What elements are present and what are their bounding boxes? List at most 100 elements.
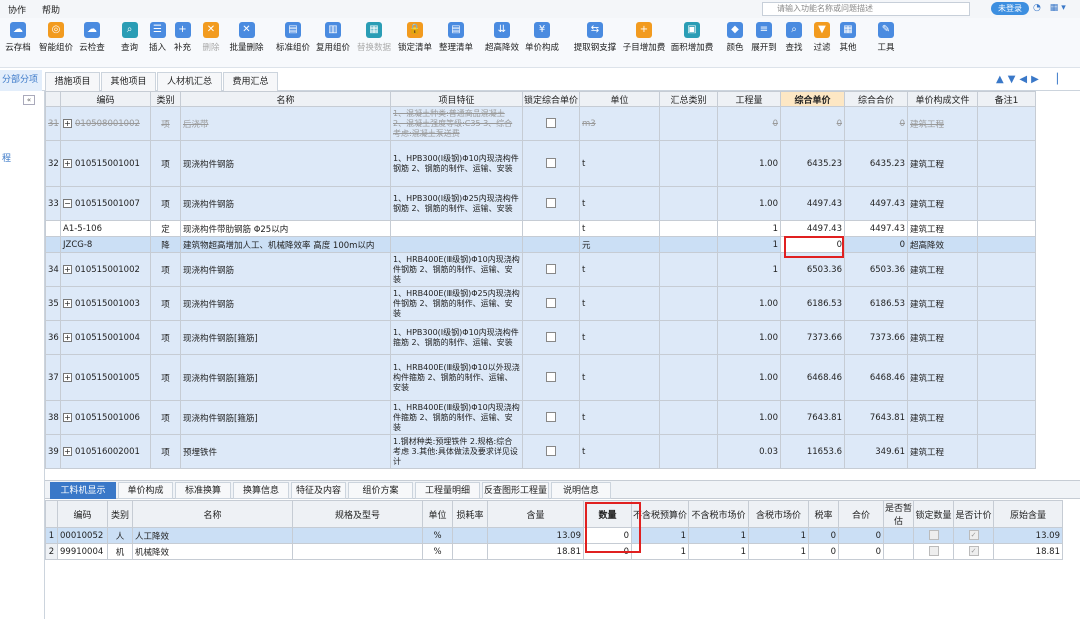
total-price-cell[interactable]: 4497.43 <box>844 186 908 221</box>
expand-node-icon[interactable]: + <box>63 332 72 342</box>
priced-cell[interactable]: ✓ <box>953 527 994 544</box>
summary-type-cell[interactable] <box>659 140 718 187</box>
total-cell[interactable]: 0 <box>838 543 884 560</box>
bottom-tab-2[interactable]: 标准换算 <box>175 482 231 499</box>
name-cell[interactable]: 现浇构件钢筋 <box>180 286 391 321</box>
grid-header[interactable]: 综合合价 <box>844 91 908 107</box>
feature-cell[interactable]: 1、HRB400E(Ⅲ级钢)Φ10内现浇构件箍筋 2、钢筋的制作、运输、安装 <box>390 400 523 435</box>
tab-other[interactable]: 其他项目 <box>101 72 156 91</box>
table-row[interactable]: 37 +010515001005 项现浇构件钢筋[箍筋] 1、HRB400E(Ⅲ级钢)… <box>45 354 1036 401</box>
row-number[interactable]: 35 <box>45 286 61 321</box>
summary-type-cell[interactable] <box>659 320 718 355</box>
table-row[interactable]: 32 +010515001001 项现浇构件钢筋 1、HPB300(Ⅰ级钢)Φ10内现… <box>45 140 1036 187</box>
unit-cell[interactable]: % <box>422 543 453 560</box>
bottom-tab-4[interactable]: 特征及内容 <box>291 482 346 499</box>
tab-fenbu[interactable]: 分部分项 <box>0 70 42 91</box>
total-cell[interactable]: 0 <box>838 527 884 544</box>
lock-checkbox[interactable] <box>546 332 556 343</box>
type-cell[interactable]: 项 <box>150 354 181 401</box>
resource-header[interactable]: 不含税市场价 <box>688 500 749 528</box>
resource-row[interactable]: 2 99910004 机机械降效% 18.81 0 1 1 1 0 0 ✓ 18.81 <box>45 543 1063 560</box>
code-cell[interactable]: +010515001006 <box>60 400 151 435</box>
summary-type-cell[interactable] <box>659 434 718 469</box>
grid-header[interactable]: 备注1 <box>977 91 1036 107</box>
menu-collab[interactable]: 协作 <box>0 3 34 16</box>
name-cell[interactable]: 现浇构件钢筋[箍筋] <box>180 354 391 401</box>
type-cell[interactable]: 定 <box>150 220 181 237</box>
summary-type-cell[interactable] <box>659 400 718 435</box>
summary-type-cell[interactable] <box>659 236 718 253</box>
feature-cell[interactable] <box>390 220 523 237</box>
tax-rate-cell[interactable]: 0 <box>808 527 839 544</box>
lock-cell[interactable] <box>522 252 580 287</box>
feature-cell[interactable]: 1、HRB400E(Ⅲ级钢)Φ10内现浇构件钢筋 2、钢筋的制作、运输、安装 <box>390 252 523 287</box>
remark-cell[interactable] <box>977 354 1036 401</box>
code-cell[interactable]: −010515001007 <box>60 186 151 221</box>
table-row[interactable]: 36 +010515001004 项现浇构件钢筋[箍筋] 1、HPB300(Ⅰ级钢)Φ… <box>45 320 1036 355</box>
unit-price-cell[interactable]: 4497.43 <box>780 186 845 221</box>
collapse-node-icon[interactable]: − <box>63 198 72 208</box>
unit-cell[interactable]: t <box>579 354 660 401</box>
expand-node-icon[interactable]: + <box>63 298 72 308</box>
lock-cell[interactable] <box>522 186 580 221</box>
unit-price-cell[interactable]: 6468.46 <box>780 354 845 401</box>
price-file-cell[interactable]: 建筑工程 <box>907 286 978 321</box>
row-number[interactable]: 37 <box>45 354 61 401</box>
bottom-tab-7[interactable]: 反查图形工程量 <box>482 482 549 499</box>
feature-cell[interactable]: 1、HPB300(Ⅰ级钢)Φ25内现浇构件钢筋 2、钢筋的制作、运输、安装 <box>390 186 523 221</box>
expand-node-icon[interactable]: + <box>63 412 72 422</box>
code-cell[interactable]: 99910004 <box>57 543 108 560</box>
toolbar-button-7[interactable]: ✕ 批量删除 <box>224 21 269 65</box>
lock-qty-cell[interactable] <box>913 527 954 544</box>
resource-header[interactable]: 名称 <box>132 500 293 528</box>
grid-header[interactable]: 综合单价 <box>780 91 845 107</box>
unit-price-cell[interactable]: 11653.6 <box>780 434 845 469</box>
market-price-cell[interactable]: 1 <box>688 527 749 544</box>
code-cell[interactable]: JZCG-8 <box>60 236 151 253</box>
toolbar-button-20[interactable]: ⌕ 查找 <box>783 21 805 65</box>
code-cell[interactable]: +010515001001 <box>60 140 151 187</box>
lock-checkbox[interactable] <box>546 198 556 209</box>
name-cell[interactable]: 现浇构件钢筋 <box>180 140 391 187</box>
unit-cell[interactable]: 元 <box>579 236 660 253</box>
name-cell[interactable]: 现浇构件钢筋 <box>180 252 391 287</box>
type-cell[interactable]: 人 <box>107 527 133 544</box>
price-file-cell[interactable]: 建筑工程 <box>907 186 978 221</box>
feature-cell[interactable]: 1、HRB400E(Ⅲ级钢)Φ10以外现浇构件箍筋 2、钢筋的制作、运输、安装 <box>390 354 523 401</box>
toolbar-button-10[interactable]: ▦ 替换数据 <box>354 21 394 65</box>
resource-header[interactable]: 原始含量 <box>993 500 1063 528</box>
orig-content-cell[interactable]: 18.81 <box>993 543 1063 560</box>
row-number[interactable]: 38 <box>45 400 61 435</box>
tab-measures[interactable]: 措施项目 <box>45 72 100 91</box>
lock-cell[interactable] <box>522 106 580 141</box>
unit-cell[interactable]: t <box>579 252 660 287</box>
type-cell[interactable]: 项 <box>150 252 181 287</box>
total-price-cell[interactable]: 7643.81 <box>844 400 908 435</box>
feature-cell[interactable]: 1、HPB300(Ⅰ级钢)Φ10内现浇构件钢筋 2、钢筋的制作、运输、安装 <box>390 140 523 187</box>
total-price-cell[interactable]: 349.61 <box>844 434 908 469</box>
total-price-cell[interactable]: 0 <box>844 106 908 141</box>
price-file-cell[interactable]: 建筑工程 <box>907 220 978 237</box>
lock-checkbox[interactable] <box>546 298 556 309</box>
row-number[interactable] <box>45 220 61 237</box>
row-number[interactable] <box>45 236 61 253</box>
price-file-cell[interactable]: 建筑工程 <box>907 434 978 469</box>
row-number[interactable]: 32 <box>45 140 61 187</box>
type-cell[interactable]: 项 <box>150 186 181 221</box>
orig-content-cell[interactable]: 13.09 <box>993 527 1063 544</box>
toolbar-button-0[interactable]: ☁ 云存档 <box>4 21 32 65</box>
unit-cell[interactable]: t <box>579 186 660 221</box>
collapse-icon[interactable]: « <box>23 95 35 105</box>
row-number[interactable]: 34 <box>45 252 61 287</box>
summary-type-cell[interactable] <box>659 354 718 401</box>
grid-header[interactable]: 锁定综合单价 <box>522 91 580 107</box>
quantity-cell[interactable]: 1 <box>717 220 781 237</box>
unit-cell[interactable]: % <box>422 527 453 544</box>
unit-price-cell[interactable]: 4497.43 <box>780 220 845 237</box>
resource-header[interactable]: 是否计价 <box>953 500 994 528</box>
move-arrows[interactable]: ▲▼◀▶ ▕ <box>996 74 1062 85</box>
total-price-cell[interactable]: 0 <box>844 236 908 253</box>
row-number[interactable]: 36 <box>45 320 61 355</box>
resource-header[interactable]: 类别 <box>107 500 133 528</box>
content-cell[interactable]: 13.09 <box>487 527 584 544</box>
